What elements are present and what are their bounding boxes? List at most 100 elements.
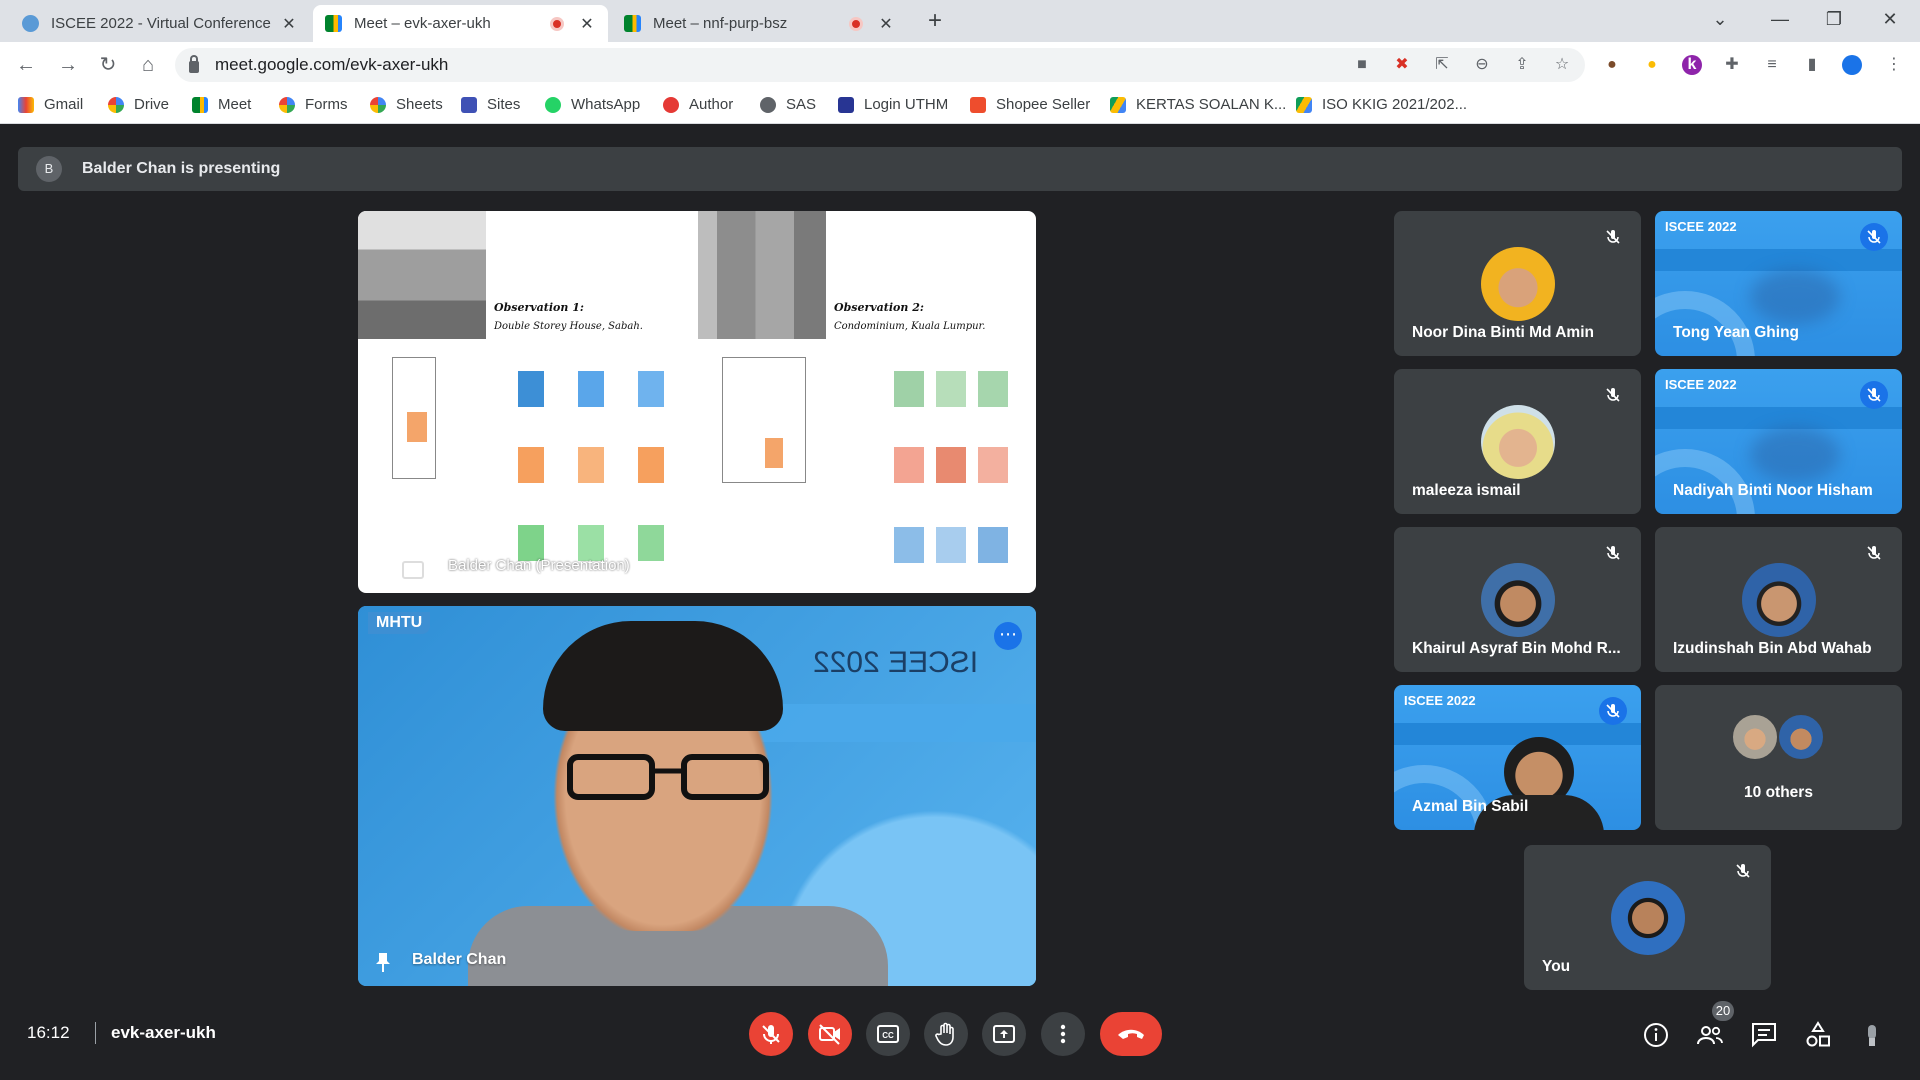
participant-avatar: [1481, 563, 1555, 637]
svg-text:CC: CC: [882, 1031, 894, 1040]
tab-title: ISCEE 2022 - Virtual Conference: [51, 15, 271, 32]
extension-owl-icon[interactable]: ●: [1602, 55, 1622, 75]
minimize-button[interactable]: —: [1752, 0, 1808, 40]
tab-search-chevron-icon[interactable]: ⌄: [1692, 0, 1748, 40]
speaker-tile[interactable]: ISCEE 2022 MHTU ⋯ Balder Chan: [358, 606, 1036, 986]
forward-arrow-icon[interactable]: →: [54, 51, 82, 79]
address-bar[interactable]: meet.google.com/evk-axer-ukh: [175, 48, 1585, 82]
camera-off-icon: [819, 1024, 840, 1045]
bookmark-meet[interactable]: Meet: [192, 96, 251, 113]
bookmark-sas[interactable]: SAS: [760, 96, 816, 113]
conference-favicon-icon: [22, 15, 39, 32]
bookmark-sheets[interactable]: Sheets: [370, 96, 443, 113]
mic-off-icon: [1860, 223, 1888, 251]
bookmark-gmail[interactable]: Gmail: [18, 96, 83, 113]
mic-off-icon: [1599, 539, 1627, 567]
home-icon[interactable]: ⌂: [134, 51, 162, 79]
bookmarks-bar: Gmail Drive Meet Forms Sheets Sites What…: [0, 88, 1920, 124]
participant-tile[interactable]: Noor Dina Binti Md Amin: [1394, 211, 1641, 356]
activities-icon[interactable]: [1803, 1020, 1833, 1050]
bookmark-author[interactable]: Author: [663, 96, 733, 113]
others-avatar: [1731, 713, 1779, 761]
author-icon: [663, 96, 679, 113]
tab-title: Meet – evk-axer-ukh: [354, 15, 491, 32]
new-tab-button[interactable]: +: [921, 8, 949, 36]
mic-off-icon: [1860, 381, 1888, 409]
conference-banner: [1394, 723, 1641, 745]
raise-hand-button[interactable]: [924, 1012, 968, 1056]
self-name: You: [1542, 958, 1571, 975]
mic-toggle-button[interactable]: [749, 1012, 793, 1056]
media-control-icon[interactable]: ≡: [1762, 55, 1782, 75]
blocked-popup-icon[interactable]: ✖: [1392, 55, 1412, 75]
bookmark-login-uthm[interactable]: Login UTHM: [838, 96, 948, 113]
tab-title: Meet – nnf-purp-bsz: [653, 15, 788, 32]
presenting-text: Balder Chan is presenting: [82, 160, 281, 177]
extension-k-icon[interactable]: k: [1682, 55, 1702, 75]
host-controls-lock-icon[interactable]: [1857, 1020, 1887, 1050]
camera-toggle-button[interactable]: [808, 1012, 852, 1056]
observation2-subtitle: Condominium, Kuala Lumpur.: [834, 321, 986, 332]
tab-meet-evk[interactable]: Meet – evk-axer-ukh ✕: [313, 5, 608, 42]
bookmark-sites[interactable]: Sites: [461, 96, 520, 113]
drive-icon: [1110, 96, 1126, 113]
url-text: meet.google.com/evk-axer-ukh: [215, 55, 449, 74]
side-panel-icon[interactable]: ▮: [1802, 55, 1822, 75]
profile-avatar[interactable]: [1842, 55, 1862, 75]
meeting-details-info-icon[interactable]: [1641, 1020, 1671, 1050]
leave-call-button[interactable]: [1100, 1012, 1162, 1056]
camera-icon[interactable]: ■: [1352, 55, 1372, 75]
participant-tile[interactable]: Khairul Asyraf Bin Mohd R...: [1394, 527, 1641, 672]
menu-kebab-icon[interactable]: ⋮: [1884, 55, 1904, 75]
bookmark-iso-kkig[interactable]: ISO KKIG 2021/202...: [1296, 96, 1467, 113]
bookmark-kertas-soalan[interactable]: KERTAS SOALAN K...: [1110, 96, 1286, 113]
presenter-avatar: B: [36, 156, 62, 182]
participant-tile[interactable]: maleeza ismail: [1394, 369, 1641, 514]
bookmark-whatsapp[interactable]: WhatsApp: [545, 96, 640, 113]
self-tile[interactable]: You: [1524, 845, 1771, 990]
back-arrow-icon[interactable]: ←: [12, 51, 40, 79]
open-external-icon[interactable]: ⇱: [1432, 55, 1452, 75]
participant-count-badge: 20: [1712, 1001, 1734, 1021]
bookmark-drive[interactable]: Drive: [108, 96, 169, 113]
tile-more-options-button[interactable]: ⋯: [994, 622, 1022, 650]
close-tab-icon[interactable]: ✕: [578, 14, 596, 34]
mhtu-logo: MHTU: [368, 612, 431, 634]
close-tab-icon[interactable]: ✕: [877, 14, 895, 34]
participant-tile[interactable]: ISCEE 2022 Tong Yean Ghing: [1655, 211, 1902, 356]
captions-icon: CC: [877, 1025, 899, 1043]
mic-off-icon: [762, 1025, 780, 1044]
restore-button[interactable]: ❐: [1806, 0, 1862, 40]
participant-tile[interactable]: ISCEE 2022 Azmal Bin Sabil: [1394, 685, 1641, 830]
share-icon[interactable]: ⇪: [1512, 55, 1532, 75]
browser-toolbar: ← → ↻ ⌂ meet.google.com/evk-axer-ukh ■ ✖…: [0, 42, 1920, 88]
present-screen-button[interactable]: [982, 1012, 1026, 1056]
tab-iscee[interactable]: ISCEE 2022 - Virtual Conference ✕: [10, 5, 310, 42]
participant-tile[interactable]: Izudinshah Bin Abd Wahab: [1655, 527, 1902, 672]
floor-plan-1: [392, 357, 436, 479]
participant-tile[interactable]: ISCEE 2022 Nadiyah Binti Noor Hisham: [1655, 369, 1902, 514]
more-options-button[interactable]: [1041, 1012, 1085, 1056]
recording-icon: [849, 16, 863, 31]
bookmark-shopee[interactable]: Shopee Seller: [970, 96, 1090, 113]
tab-meet-nnf[interactable]: Meet – nnf-purp-bsz ✕: [612, 5, 907, 42]
mic-off-icon: [1599, 223, 1627, 251]
hang-up-icon: [1118, 1029, 1144, 1039]
zoom-icon[interactable]: ⊖: [1472, 55, 1492, 75]
meeting-code: evk-axer-ukh: [111, 1023, 216, 1042]
captions-button[interactable]: CC: [866, 1012, 910, 1056]
close-window-button[interactable]: ✕: [1862, 0, 1918, 40]
extension-bulb-icon[interactable]: ●: [1642, 55, 1662, 75]
observation2-title: Observation 2:: [834, 301, 924, 314]
presentation-tile[interactable]: Observation 1: Double Storey House, Saba…: [358, 211, 1036, 593]
people-icon[interactable]: [1695, 1020, 1725, 1050]
bookmark-forms[interactable]: Forms: [279, 96, 348, 113]
reload-icon[interactable]: ↻: [94, 51, 122, 79]
observation1-title: Observation 1:: [494, 301, 584, 314]
extensions-puzzle-icon[interactable]: ✚: [1722, 55, 1742, 75]
close-tab-icon[interactable]: ✕: [280, 14, 298, 34]
pin-icon[interactable]: [376, 952, 390, 972]
others-tile[interactable]: 10 others: [1655, 685, 1902, 830]
bookmark-star-icon[interactable]: ☆: [1552, 55, 1572, 75]
chat-icon[interactable]: [1749, 1020, 1779, 1050]
